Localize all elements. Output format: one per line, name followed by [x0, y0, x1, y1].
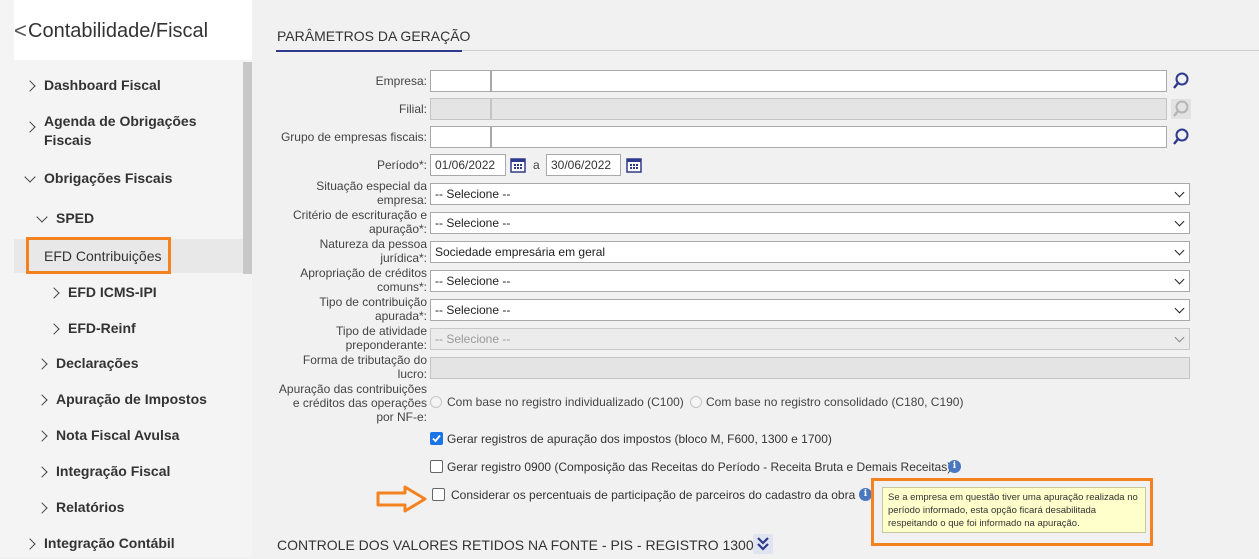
criterio-select[interactable]: -- Selecione --: [430, 212, 1190, 234]
back-icon[interactable]: <: [14, 18, 27, 44]
section-title: PARÂMETROS DA GERAÇÃO: [277, 28, 471, 44]
periodo-inicio-input[interactable]: 01/06/2022: [430, 154, 506, 176]
section-underline: [276, 50, 462, 52]
radio-individualizado[interactable]: [430, 396, 442, 408]
sidebar-item-obrigacoes-fiscais[interactable]: Obrigações Fiscais: [44, 169, 172, 188]
apuracao-nfe-label: Apuração das contribuições: [278, 382, 427, 396]
considerar-percentuais-label: Considerar os percentuais de participaçã…: [451, 488, 856, 502]
apropriacao-select[interactable]: -- Selecione --: [430, 270, 1190, 292]
periodo-label: Período*:: [376, 158, 427, 172]
radio-consolidado[interactable]: [690, 396, 702, 408]
periodo-fim-input[interactable]: 30/06/2022: [546, 154, 621, 176]
tipo-contribuicao-label-line2: apurada*:: [374, 309, 427, 323]
situacao-label-line2: empresa:: [376, 193, 427, 207]
criterio-value: -- Selecione --: [435, 216, 511, 230]
forma-tributacao-label: Forma de tributação do: [302, 353, 427, 367]
sidebar-item-agenda-line2[interactable]: Fiscais: [44, 131, 91, 150]
filial-label: Filial:: [398, 102, 427, 116]
apropriacao-value: -- Selecione --: [435, 274, 511, 288]
periodo-separator: a: [533, 158, 540, 172]
sidebar-item-apuracao-impostos[interactable]: Apuração de Impostos: [56, 390, 207, 409]
highlight-box: [871, 478, 1153, 546]
empresa-code-input[interactable]: [430, 70, 491, 92]
sidebar-item-nota-fiscal-avulsa[interactable]: Nota Fiscal Avulsa: [56, 426, 179, 445]
considerar-percentuais-checkbox[interactable]: [432, 488, 445, 501]
radio-consolidado-label: Com base no registro consolidado (C180, …: [706, 395, 964, 409]
chevron-down-icon: [1174, 187, 1185, 198]
tipo-atividade-value: -- Selecione --: [435, 332, 511, 346]
apropriacao-label-line2: comuns*:: [376, 280, 427, 294]
chevron-down-icon: [1174, 303, 1185, 314]
sidebar-item-dashboard-fiscal[interactable]: Dashboard Fiscal: [44, 76, 161, 95]
tipo-atividade-label: Tipo de atividade: [336, 324, 427, 338]
sidebar-item-efd-icms-ipi[interactable]: EFD ICMS-IPI: [68, 283, 157, 302]
sidebar-item-integracao-fiscal[interactable]: Integração Fiscal: [56, 462, 170, 481]
forma-tributacao-input[interactable]: [430, 357, 1190, 379]
sidebar-item-declaracoes[interactable]: Declarações: [56, 354, 139, 373]
gerar-apuracao-label: Gerar registros de apuração dos impostos…: [447, 432, 832, 446]
situacao-label: Situação especial da: [316, 179, 427, 193]
sidebar-item-efd-reinf[interactable]: EFD-Reinf: [68, 319, 136, 338]
tipo-atividade-label-line2: preponderante:: [345, 338, 427, 352]
tipo-contribuicao-value: -- Selecione --: [435, 303, 511, 317]
chevron-down-icon: [1174, 274, 1185, 285]
gerar-apuracao-checkbox[interactable]: [430, 432, 443, 445]
calendar-icon[interactable]: [510, 157, 526, 173]
tipo-contribuicao-select[interactable]: -- Selecione --: [430, 299, 1190, 321]
calendar-icon[interactable]: [626, 157, 642, 173]
natureza-value: Sociedade empresária em geral: [435, 245, 606, 259]
section2-title: CONTROLE DOS VALORES RETIDOS NA FONTE - …: [277, 537, 754, 553]
chevron-down-icon: [1174, 332, 1185, 343]
search-icon[interactable]: [1171, 126, 1191, 148]
arrow-right-icon: [376, 485, 427, 513]
forma-tributacao-label-line2: lucro:: [397, 367, 427, 381]
highlight-box: [26, 237, 171, 274]
apropriacao-label: Apropriação de créditos: [300, 266, 427, 280]
gerar-0900-label: Gerar registro 0900 (Composição das Rece…: [447, 460, 952, 474]
search-icon[interactable]: [1171, 70, 1191, 92]
radio-individualizado-label: Com base no registro individualizado (C1…: [447, 395, 684, 409]
criterio-label-line2: apuração*:: [368, 222, 427, 236]
chevron-down-icon: [1174, 245, 1185, 256]
natureza-select[interactable]: Sociedade empresária em geral: [430, 241, 1190, 263]
sidebar-scrollbar[interactable]: [243, 62, 252, 274]
grupo-label: Grupo de empresas fiscais:: [280, 130, 427, 144]
criterio-label: Critério de escrituração e: [292, 208, 427, 222]
filial-name-input[interactable]: [491, 98, 1167, 120]
tipo-atividade-select[interactable]: -- Selecione --: [430, 328, 1190, 350]
sidebar-item-sped[interactable]: SPED: [56, 209, 94, 228]
sidebar-item-integracao-contabil[interactable]: Integração Contábil: [44, 534, 175, 553]
double-chevron-down-icon: [757, 537, 769, 551]
empresa-label: Empresa:: [375, 74, 427, 88]
search-icon[interactable]: [1171, 98, 1191, 120]
natureza-label-line2: jurídica*:: [380, 251, 427, 265]
apuracao-nfe-label-line2: e créditos das operações: [292, 396, 427, 410]
apuracao-nfe-label-line3: por NF-e:: [376, 410, 427, 424]
sidebar-title: Contabilidade/Fiscal: [28, 20, 209, 42]
filial-code-input[interactable]: [430, 98, 491, 120]
gerar-0900-checkbox[interactable]: [430, 460, 443, 473]
situacao-select[interactable]: -- Selecione --: [430, 183, 1190, 205]
grupo-code-input[interactable]: [430, 126, 491, 148]
chevron-down-icon: [1174, 216, 1185, 227]
sidebar-item-relatorios[interactable]: Relatórios: [56, 498, 124, 517]
expand-button[interactable]: [753, 534, 773, 554]
sidebar-item-agenda[interactable]: Agenda de Obrigações: [44, 112, 196, 131]
grupo-name-input[interactable]: [491, 126, 1167, 148]
empresa-name-input[interactable]: [491, 70, 1167, 92]
info-icon[interactable]: i: [948, 460, 961, 473]
tipo-contribuicao-label: Tipo de contribuição: [319, 295, 427, 309]
natureza-label: Natureza da pessoa: [319, 237, 427, 251]
situacao-value: -- Selecione --: [435, 187, 511, 201]
